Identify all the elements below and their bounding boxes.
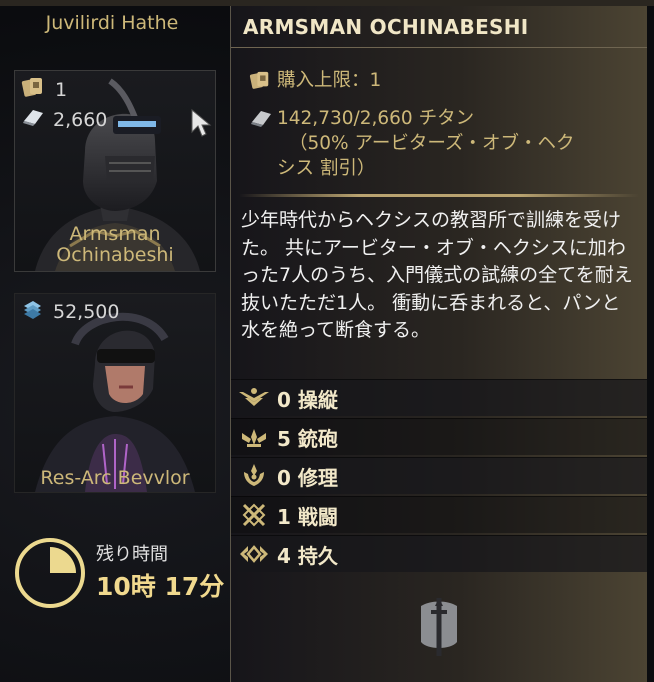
stat-combat: 1 戦闘: [231, 496, 647, 533]
stat-piloting-label: 0 操縦: [277, 387, 338, 412]
cost-row: 142,730/2,660 チタン （50% アービターズ・オブ・ヘク シス 割…: [249, 106, 654, 181]
stat-gunnery: 5 銃砲: [231, 418, 647, 455]
tooltip-title: ARMSMAN OCHINABESHI: [243, 15, 529, 39]
stat-endurance: 4 持久: [231, 535, 647, 572]
mouse-cursor-icon: [191, 108, 212, 137]
gunnery-icon: [231, 425, 277, 449]
engineering-icon: [231, 462, 277, 490]
stat-engineering-label: 0 修理: [277, 465, 338, 490]
piloting-icon: [231, 386, 277, 410]
card-icon: [21, 76, 47, 103]
cost-line-2: （50% アービターズ・オブ・ヘク: [289, 133, 575, 154]
crew-name-juvilirdi[interactable]: Juvilirdi Hathe: [12, 12, 212, 34]
cost-value: 2,660: [53, 108, 108, 131]
purchase-limit-text: 購入上限：1: [277, 70, 382, 91]
purchase-limit-badge: 1: [21, 76, 67, 103]
crew-name-ochinabeshi: Armsman Ochinabeshi: [56, 223, 174, 266]
arbiters-of-hexis-icon: [421, 598, 457, 656]
cost-badge: 2,660: [21, 107, 107, 132]
time-remaining: 残り時間 10時 17分: [12, 535, 232, 615]
stat-engineering: 0 修理: [231, 457, 647, 494]
combat-icon: [231, 501, 277, 529]
crew-tooltip: ARMSMAN OCHINABESHI 購入上限：1 142,730/2,660…: [230, 6, 647, 682]
endurance-icon: [231, 543, 277, 565]
titanium-icon: [21, 107, 45, 132]
stat-piloting: 0 操縦: [231, 379, 647, 416]
cost-line-3: シス 割引）: [277, 158, 376, 179]
stat-combat-label: 1 戦闘: [277, 504, 338, 529]
section-divider: [239, 194, 639, 197]
crew-card-ochinabeshi[interactable]: 1 2,660 Armsman Ochinabeshi: [14, 70, 216, 272]
cost-line-1: 142,730/2,660 チタン: [277, 108, 475, 129]
titanium-icon: [249, 108, 273, 135]
stats-list: 0 操縦 5 銃砲 0 修理 1 戦闘 4 持久: [231, 379, 647, 574]
title-divider: [231, 47, 647, 48]
clock-icon: [15, 538, 85, 608]
purchase-limit-row: 購入上限：1: [249, 68, 647, 93]
stat-endurance-label: 4 持久: [277, 543, 338, 568]
stat-gunnery-label: 5 銃砲: [277, 426, 338, 451]
crew-name-bevvlor: Res-Arc Bevvlor: [40, 467, 190, 489]
time-remaining-value: 10時 17分: [96, 572, 225, 601]
crew-description: 少年時代からヘクシスの教習所で訓練を受けた。 共にアービター・オブ・ヘクシスに加…: [241, 209, 633, 342]
crew-card-bevvlor[interactable]: 52,500 Res-Arc Bevvlor: [14, 293, 216, 493]
card-icon: [249, 70, 273, 97]
cost-value: 52,500: [53, 300, 120, 323]
currency-icon: [21, 298, 45, 325]
purchase-limit-count: 1: [55, 78, 68, 101]
cost-badge: 52,500: [21, 298, 119, 325]
time-remaining-label: 残り時間: [96, 544, 168, 565]
